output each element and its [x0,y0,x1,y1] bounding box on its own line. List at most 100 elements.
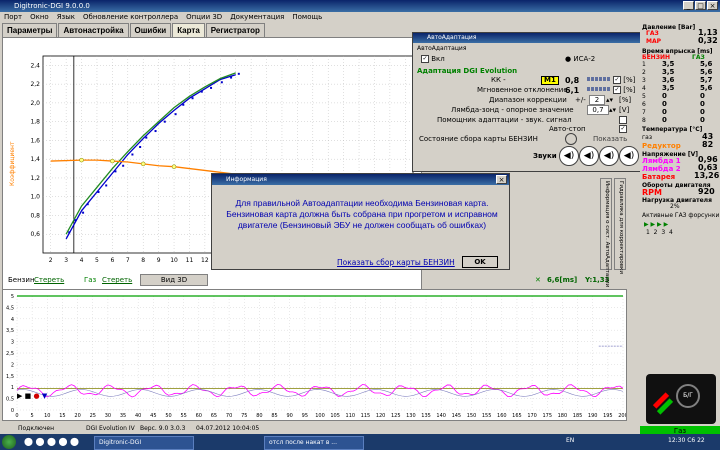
reducer-temp-value: 82 [702,140,714,149]
quicklaunch-icons: ⬤ ⬤ ⬤ ⬤ ⬤ [24,437,79,446]
tab-recorder[interactable]: Регистратор [205,23,265,37]
maximize-button[interactable]: □ [695,1,706,10]
show-button[interactable]: Показать [593,135,627,144]
deviation-unit: [%] [623,86,636,94]
tab-map[interactable]: Карта [172,23,205,37]
vertical-tab-1[interactable]: Информация о сист. АвтоАдаптации [600,178,612,287]
range-pm: +/- [575,96,586,104]
lambda1-label: Лямбда 1 [642,157,681,165]
menu-update[interactable]: Обновление контроллера [83,12,178,23]
sound-3-icon[interactable]: ◀) [599,146,619,166]
data-point [97,191,100,194]
x-tick-label: 95 [302,413,308,419]
info-title: Информация [212,174,509,185]
menu-port[interactable]: Порт [4,12,22,23]
recorder-chart[interactable]: 0 5 10 15 20 25 30 35 40 45 50 55 60 65 70 75 80 85 90 95 10… [3,290,626,420]
show-benzin-map-link[interactable]: Показать сбор карты БЕНЗИН [337,258,455,267]
info-close-button[interactable]: × [496,175,507,184]
autostop-label: Авто-стоп [549,125,586,133]
range-spin[interactable]: ▴▾ [606,96,613,105]
sound-4-icon[interactable]: ◀) [619,146,639,166]
y-axis-title-wrap: Коэффициент [9,128,19,188]
inj-row-number: 4 [642,85,646,92]
language-indicator[interactable]: EN [566,437,574,444]
y-tick-label: 1,6 [30,137,40,144]
tab-parameters[interactable]: Параметры [2,23,58,37]
inj-row-number: 7 [642,109,646,116]
ok-button[interactable]: OK [462,256,498,268]
close-button[interactable]: × [707,1,718,10]
menu-bar: Порт Окно Язык Обновление контроллера Оп… [0,12,720,23]
autoadapt-title: АвтоАдаптация [413,33,643,43]
play-icon[interactable]: ▶ [17,392,22,400]
kk-unit: [%] [623,76,636,84]
x-tick-label: 55 [180,413,186,419]
vertical-tab-2-label: Гидравлика для корректировки [618,181,624,274]
menu-language[interactable]: Язык [57,12,75,23]
autostop-checkbox[interactable]: ✓ [619,125,627,134]
menu-3d-options[interactable]: Опции 3D [186,12,222,23]
minimize-button[interactable]: _ [683,1,694,10]
autoadapt-section-label: АвтоАдаптация [417,45,467,52]
start-icon[interactable] [2,435,16,449]
clear-benzin-link[interactable]: Стереть [34,276,64,284]
taskbar-doc-button[interactable]: отсл после накат в ... [264,436,364,450]
clear-gas-link[interactable]: Стереть [102,276,132,284]
gas-temp-label: газ [642,134,653,141]
data-point [182,103,185,106]
x-tick-label: 75 [241,413,247,419]
inj-gas-value: 0 [700,108,705,116]
menu-docs[interactable]: Документация [230,12,284,23]
x-tick-label: 15 [59,413,65,419]
y-tick-label: 4,5 [6,305,14,311]
autoadapt-on-checkbox[interactable]: ✓ Вкл [421,55,445,64]
status-led-panel: Б/Г [646,374,716,424]
x-tick-label: 6 [110,257,114,264]
stop-icon[interactable]: ■ [25,392,32,400]
lambda-ref-input[interactable]: 0,7 [587,105,609,115]
view-3d-button[interactable]: Вид 3D [140,274,208,286]
title-bar: Digitronic-DGI 9.0.0.0 _ □ × [0,0,720,12]
data-point [154,130,157,133]
check-icon [619,116,627,124]
inj-gas-value: 5,6 [700,84,713,92]
check-icon: ✓ [613,76,621,84]
instant-deviation-label: Мгновенное отклонение [477,86,568,94]
mode-radio[interactable]: ● ИСА-2 [565,55,595,64]
x-tick-label: 60 [196,413,202,419]
autoadapt-on-label: Вкл [431,55,445,63]
y-tick-label: 1,4 [30,156,40,163]
x-tick-label: 170 [527,413,537,419]
x-tick-label: 130 [406,413,416,419]
lambda2-label: Лямбда 2 [642,165,681,173]
deviation-checkbox[interactable]: ✓ [%] [613,86,635,95]
menu-help[interactable]: Помощь [292,12,322,23]
vertical-tab-2[interactable]: Гидравлика для корректировки [614,178,626,274]
down-icon[interactable]: ▼ [42,392,47,400]
x-tick-label: 5 [95,257,99,264]
data-point [68,231,71,234]
y-tick-label: 5 [11,294,14,300]
x-tick-label: 185 [573,413,583,419]
tab-autotune[interactable]: Автонастройка [58,23,129,37]
taskbar-app-button[interactable]: Digitronic-DGI [94,436,194,450]
helper-sound-checkbox[interactable] [619,116,627,125]
lambda-spin[interactable]: ▴▾ [609,106,616,115]
switch-icon[interactable]: Б/Г [676,384,700,408]
series-marker [171,164,177,169]
menu-window[interactable]: Окно [30,12,49,23]
correction-range-input[interactable]: 2 [589,95,605,105]
x-tick-label: 125 [391,413,401,419]
sound-2-icon[interactable]: ◀) [579,146,599,166]
x-tick-label: 165 [512,413,522,419]
kk-checkbox[interactable]: ✓ [%] [613,76,635,85]
sound-1-icon[interactable]: ◀) [559,146,579,166]
tab-errors[interactable]: Ошибки [129,23,172,37]
x-tick-label: 2 [49,257,53,264]
inj-row-number: 5 [642,93,646,100]
record-icon[interactable]: ● [33,392,39,400]
data-point [230,76,233,79]
x-tick-label: 180 [558,413,568,419]
x-tick-label: 11 [186,257,194,264]
x-tick-label: 175 [542,413,552,419]
